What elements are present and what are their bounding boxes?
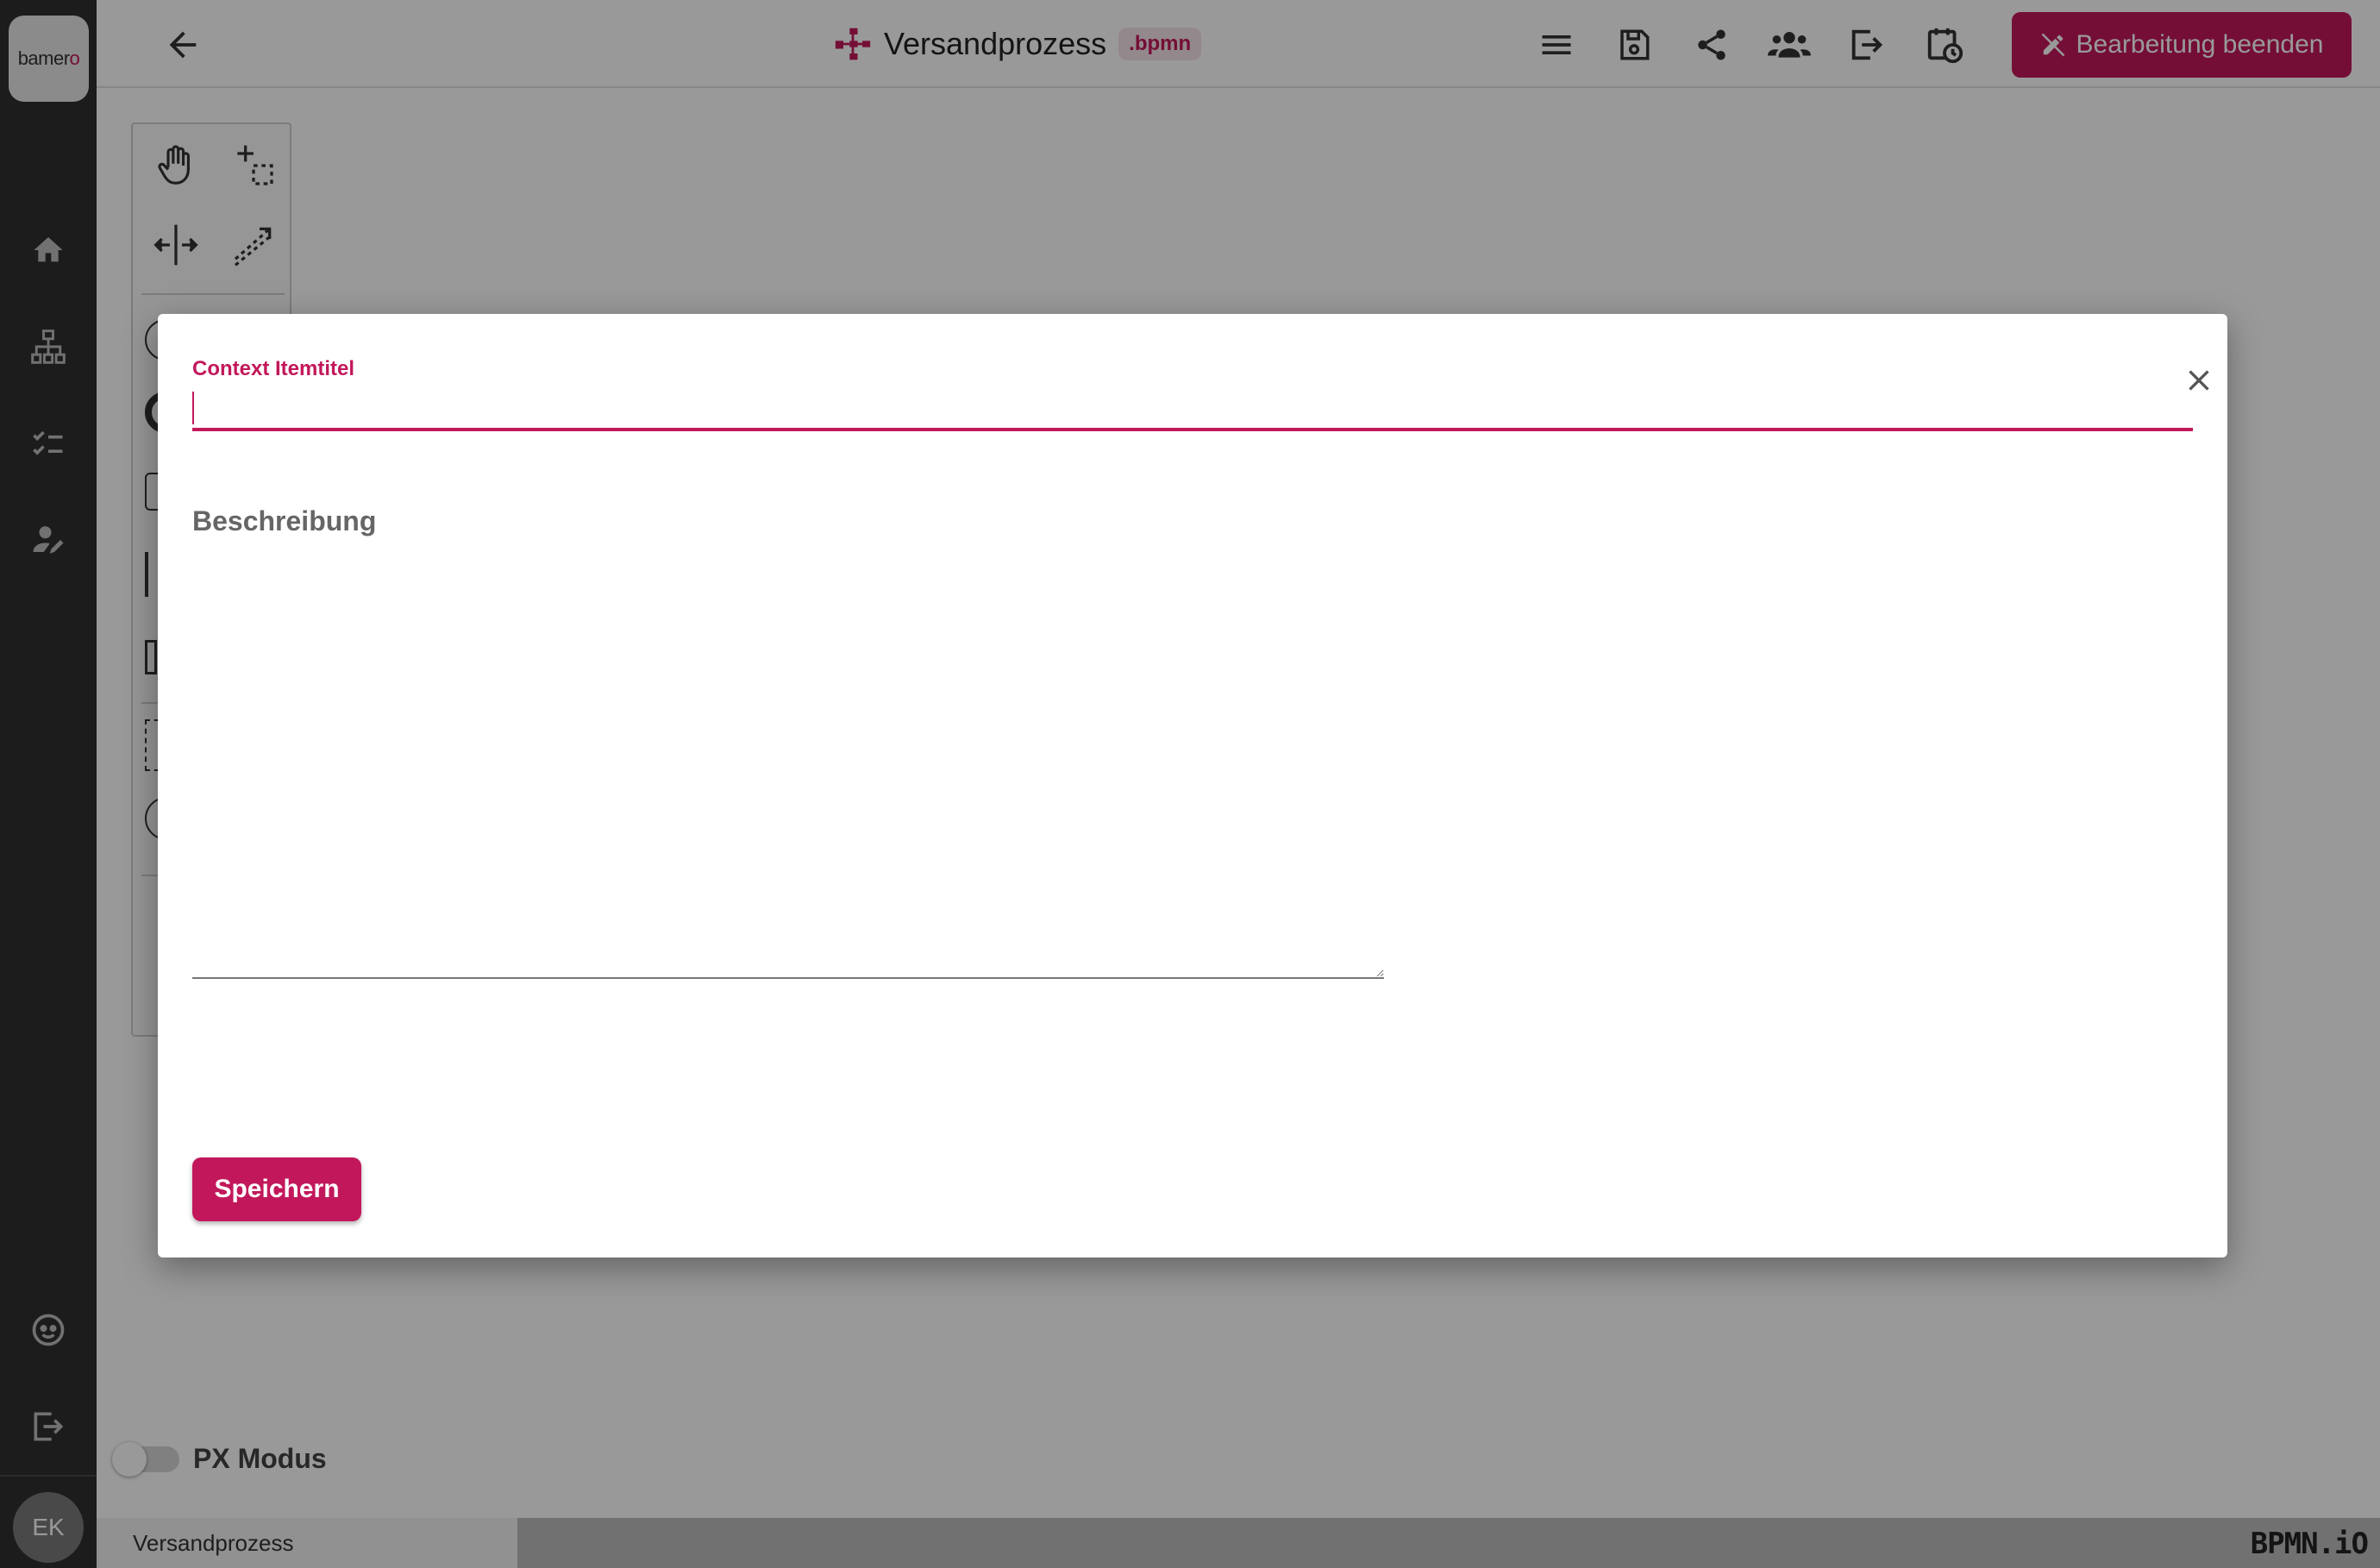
save-button[interactable]: Speichern: [192, 1157, 361, 1221]
text-cursor: [192, 392, 194, 424]
title-field-label: Context Itemtitel: [192, 357, 355, 380]
context-item-dialog: Context Itemtitel Beschreibung Speichern: [158, 314, 2227, 1258]
description-label: Beschreibung: [192, 505, 377, 536]
description-textarea[interactable]: [192, 551, 1384, 979]
title-input[interactable]: [192, 383, 2193, 431]
